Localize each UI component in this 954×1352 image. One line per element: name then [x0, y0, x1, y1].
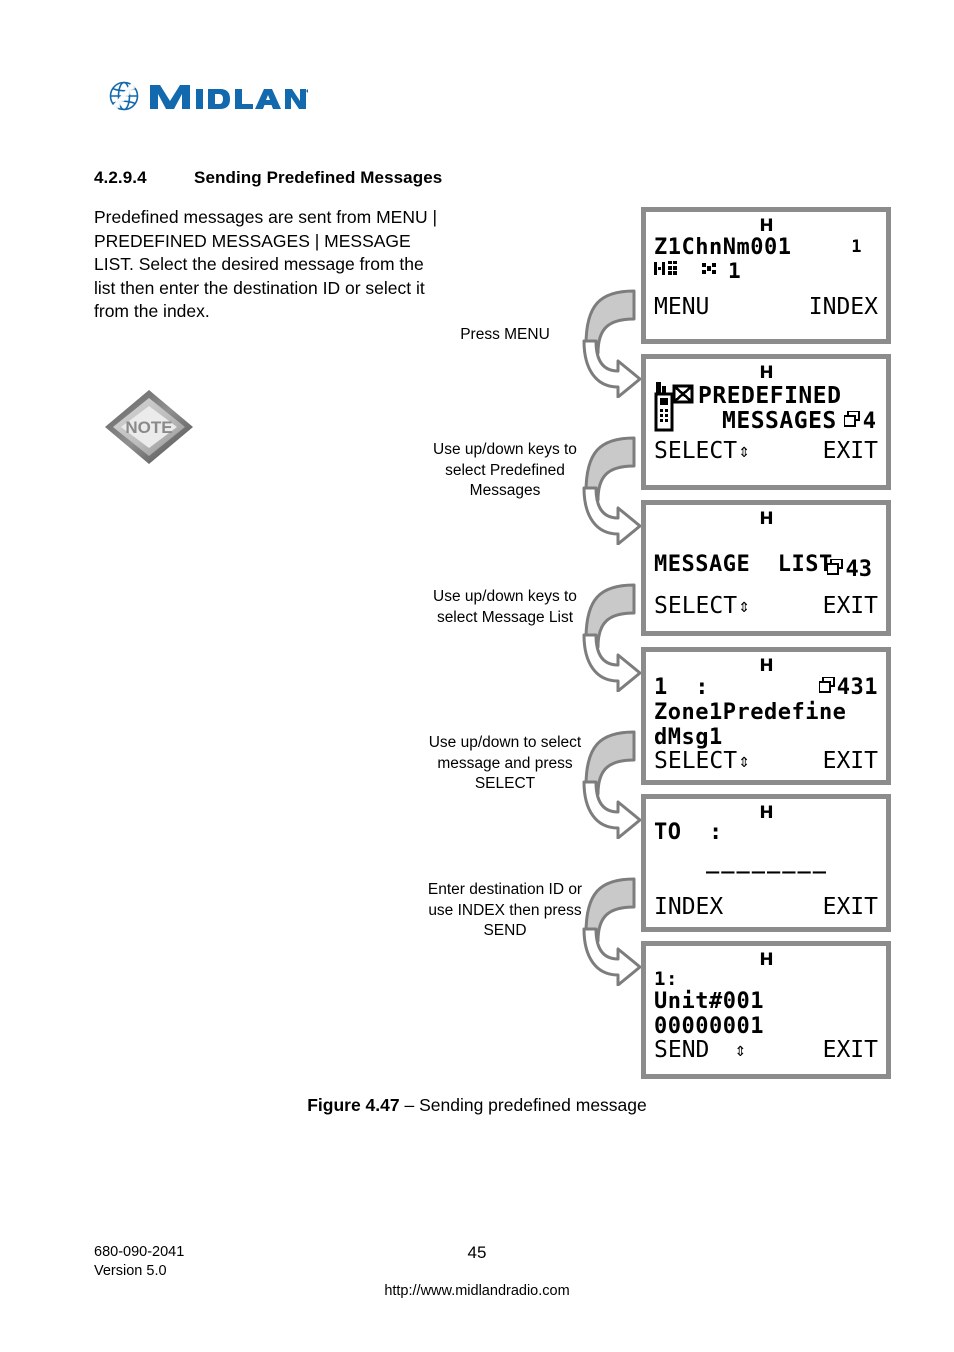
- lcd-message-text-line2: dMsg1: [654, 725, 723, 750]
- lcd-screen-home: H Z1ChnNm001 1 1 MENU INDEX: [641, 207, 891, 344]
- lcd-menu-badge-3: 43: [845, 557, 873, 582]
- lcd-header-3: H: [759, 509, 773, 529]
- section-title: Sending Predefined Messages: [194, 168, 443, 187]
- step-label-5: Enter destination ID or use INDEX then p…: [427, 881, 583, 939]
- softkey-index[interactable]: INDEX: [809, 294, 878, 320]
- message-count-icon-3: [721, 534, 844, 606]
- figure-caption: Figure 4.47 – Sending predefined message: [0, 1095, 954, 1116]
- curved-arrow-icon-5: [578, 871, 644, 987]
- step-label-3: Use up/down keys to select Message List: [433, 588, 577, 626]
- lcd-destination-field[interactable]: ________: [654, 849, 878, 874]
- signal-bars-icon: [654, 260, 688, 282]
- lcd-screen-message-entry: H 1 : 431 Zone1Predefine dMsg1 SELECT ⇕ …: [641, 647, 891, 785]
- updown-arrows-icon-6: ⇕: [734, 1038, 747, 1061]
- radio-envelope-icon: [654, 382, 696, 437]
- lcd-screen-send-confirm: H 1: Unit#001 00000001 SEND ⇕ EXIT: [641, 941, 891, 1079]
- footer-version: Version 5.0: [94, 1263, 167, 1279]
- lcd-unit-id: 00000001: [654, 1014, 764, 1039]
- lcd-to-label: TO :: [654, 820, 723, 845]
- lcd-menu-badge-4: 431: [836, 675, 878, 700]
- curved-arrow-icon-2: [578, 430, 644, 546]
- figure-dash: –: [399, 1095, 420, 1115]
- lcd-unit-name: Unit#001: [654, 989, 764, 1014]
- step-label-4: Use up/down to select message and press …: [428, 734, 582, 792]
- lcd-status-value: 1: [728, 259, 741, 283]
- lcd-screen-predefined-messages: H 4 PREDEFINED MESSAGES SELECT ⇕ EXIT: [641, 354, 891, 490]
- updown-arrows-icon-4: ⇕: [738, 749, 750, 772]
- softkey-exit-6[interactable]: EXIT: [823, 1037, 878, 1063]
- lcd-screen-destination-entry: H TO : ________ INDEX EXIT: [641, 794, 891, 932]
- lcd-menu-badge-2: 4: [862, 409, 876, 434]
- lcd-header-2: H: [759, 363, 773, 383]
- body-paragraph: Predefined messages are sent from MENU |…: [94, 207, 438, 321]
- message-count-icon: [738, 386, 861, 458]
- figure-text: Sending predefined message: [419, 1095, 647, 1115]
- lcd-header-1: H: [759, 216, 773, 236]
- softkey-exit-4[interactable]: EXIT: [823, 748, 878, 774]
- curved-arrow-icon-3: [578, 577, 644, 693]
- lcd-channel-name: Z1ChnNm001: [654, 235, 792, 260]
- curved-arrow-icon-4: [578, 724, 644, 840]
- step-label-1: Press MENU: [460, 326, 550, 343]
- lcd-header-4: H: [759, 656, 773, 676]
- curved-arrow-icon-1: [578, 283, 644, 399]
- softkey-exit-5[interactable]: EXIT: [823, 894, 878, 920]
- antenna-icon: [702, 260, 722, 282]
- softkey-select-4[interactable]: SELECT: [654, 748, 737, 774]
- softkey-menu[interactable]: MENU: [654, 294, 709, 320]
- softkey-send[interactable]: SEND: [654, 1037, 709, 1063]
- section-heading: 4.2.9.4 Sending Predefined Messages: [94, 168, 442, 188]
- softkey-select-2[interactable]: SELECT: [654, 438, 737, 464]
- lcd-header-6: H: [759, 950, 773, 970]
- lcd-channel-number: 1: [851, 237, 862, 257]
- message-count-icon-4: [817, 675, 836, 699]
- section-number: 4.2.9.4: [94, 168, 147, 187]
- lcd-message-text-line1: Zone1Predefine: [654, 700, 847, 725]
- brand-logo: [104, 76, 308, 116]
- brand-wordmark: [148, 79, 308, 113]
- lcd-message-index: 1 :: [654, 675, 709, 700]
- globe-icon: [104, 76, 144, 116]
- figure-label: Figure 4.47: [307, 1095, 400, 1115]
- footer-page-number: 45: [467, 1243, 487, 1262]
- footer-url: http://www.midlandradio.com: [384, 1283, 570, 1299]
- note-diamond-icon: NOTE: [101, 386, 197, 468]
- softkey-index-5[interactable]: INDEX: [654, 894, 723, 920]
- lcd-unit-index: 1:: [654, 968, 678, 990]
- lcd-screen-message-list: H 43 MESSAGE LIST SELECT ⇕ EXIT: [641, 500, 891, 636]
- step-label-2: Use up/down keys to select Predefined Me…: [433, 441, 577, 499]
- note-label: NOTE: [125, 418, 172, 437]
